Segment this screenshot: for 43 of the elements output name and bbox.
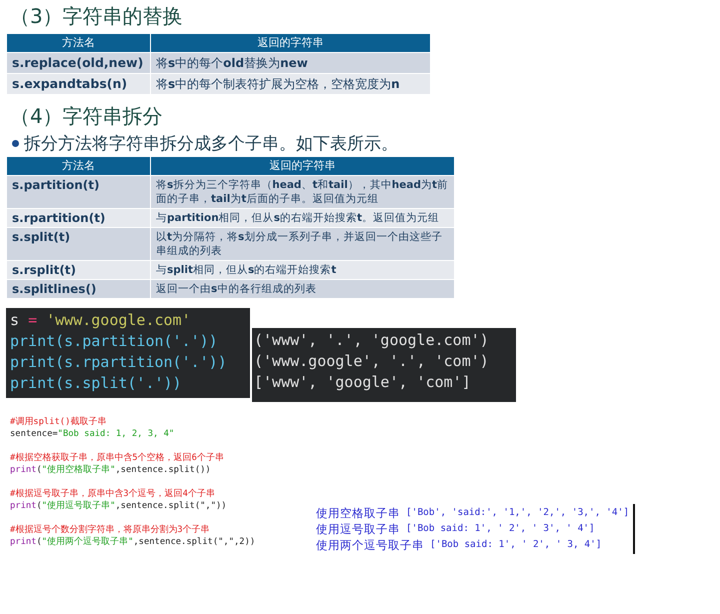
- table-cell: s.rsplit(t): [7, 261, 150, 279]
- code-line: sentence="Bob said: 1, 2, 3, 4": [10, 428, 176, 440]
- column-header: 返回的字符串: [151, 34, 430, 52]
- code-line: print("使用两个逗号取子串",sentence.split(",",2)): [10, 536, 256, 548]
- table-cell: 将s中的每个制表符扩展为空格，空格宽度为n: [151, 74, 430, 94]
- table-cell: s.split(t): [7, 228, 150, 260]
- code-line: print(s.partition('.')): [10, 331, 219, 352]
- code-line: #调用split()截取子串: [10, 416, 108, 428]
- code-line: print("使用逗号取子串",sentence.split(",")): [10, 500, 228, 512]
- code-line: #根据逗号取子串，原串中含3个逗号，返回4个子串: [10, 488, 216, 500]
- output-label: 使用逗号取子串: [316, 521, 400, 537]
- section-heading: （3）字符串的替换: [10, 3, 184, 30]
- code-line: print(s.split('.')): [10, 373, 183, 394]
- table-cell: s.expandtabs(n): [7, 74, 150, 94]
- table-cell: 与split相同，但从s的右端开始搜索t: [151, 261, 454, 279]
- code-line: print("使用空格取子串",sentence.split()): [10, 464, 212, 476]
- code-line: #根据逗号个数分割字符串，将原串分割为3个子串: [10, 524, 211, 536]
- table-cell: 与partition相同，但从s的右端开始搜索t。返回值为元组: [151, 209, 454, 227]
- bullet-text: 拆分方法将字符串拆分成多个子串。如下表所示。: [24, 133, 398, 155]
- output-label: 使用两个逗号取子串: [316, 537, 424, 553]
- section-heading: （4）字符串拆分: [10, 103, 164, 130]
- table-cell: s.rpartition(t): [7, 209, 150, 227]
- output-label: 使用空格取子串: [316, 505, 400, 521]
- code-line: print(s.rpartition('.')): [10, 352, 228, 373]
- table-cell: 以t为分隔符，将s划分成一系列子串，并返回一个由这些子串组成的列表: [151, 228, 454, 260]
- code-line: #根据空格获取子串，原串中含5个空格，返回6个子串: [10, 452, 225, 464]
- output-line: ('www.google', '.', 'com'): [254, 351, 490, 372]
- column-header: 方法名: [7, 34, 150, 52]
- code-line: s = 'www.google.com': [10, 310, 192, 331]
- column-header: 方法名: [7, 157, 150, 175]
- output-value: ['Bob said: 1', ' 2', ' 3', ' 4']: [406, 522, 595, 536]
- column-header: 返回的字符串: [151, 157, 454, 175]
- output-line: ('www', '.', 'google.com'): [254, 330, 490, 351]
- table-cell: 将s拆分为三个字符串（head、t和tail），其中head为t前面的子串，tail为t后面的子串。返回值为元组: [151, 176, 454, 208]
- output-line: ['www', 'google', 'com']: [254, 372, 472, 393]
- table-cell: 将s中的每个old替换为new: [151, 53, 430, 73]
- table-cell: 返回一个由s中的各行组成的列表: [151, 280, 454, 298]
- output-value: ['Bob said: 1', ' 2', ' 3, 4']: [430, 538, 602, 552]
- bullet-icon: [12, 140, 19, 147]
- table-cell: s.splitlines(): [7, 280, 150, 298]
- output-value: ['Bob', 'said:', '1,', '2,', '3,', '4']: [406, 506, 630, 520]
- table-cell: s.partition(t): [7, 176, 150, 208]
- table-cell: s.replace(old,new): [7, 53, 150, 73]
